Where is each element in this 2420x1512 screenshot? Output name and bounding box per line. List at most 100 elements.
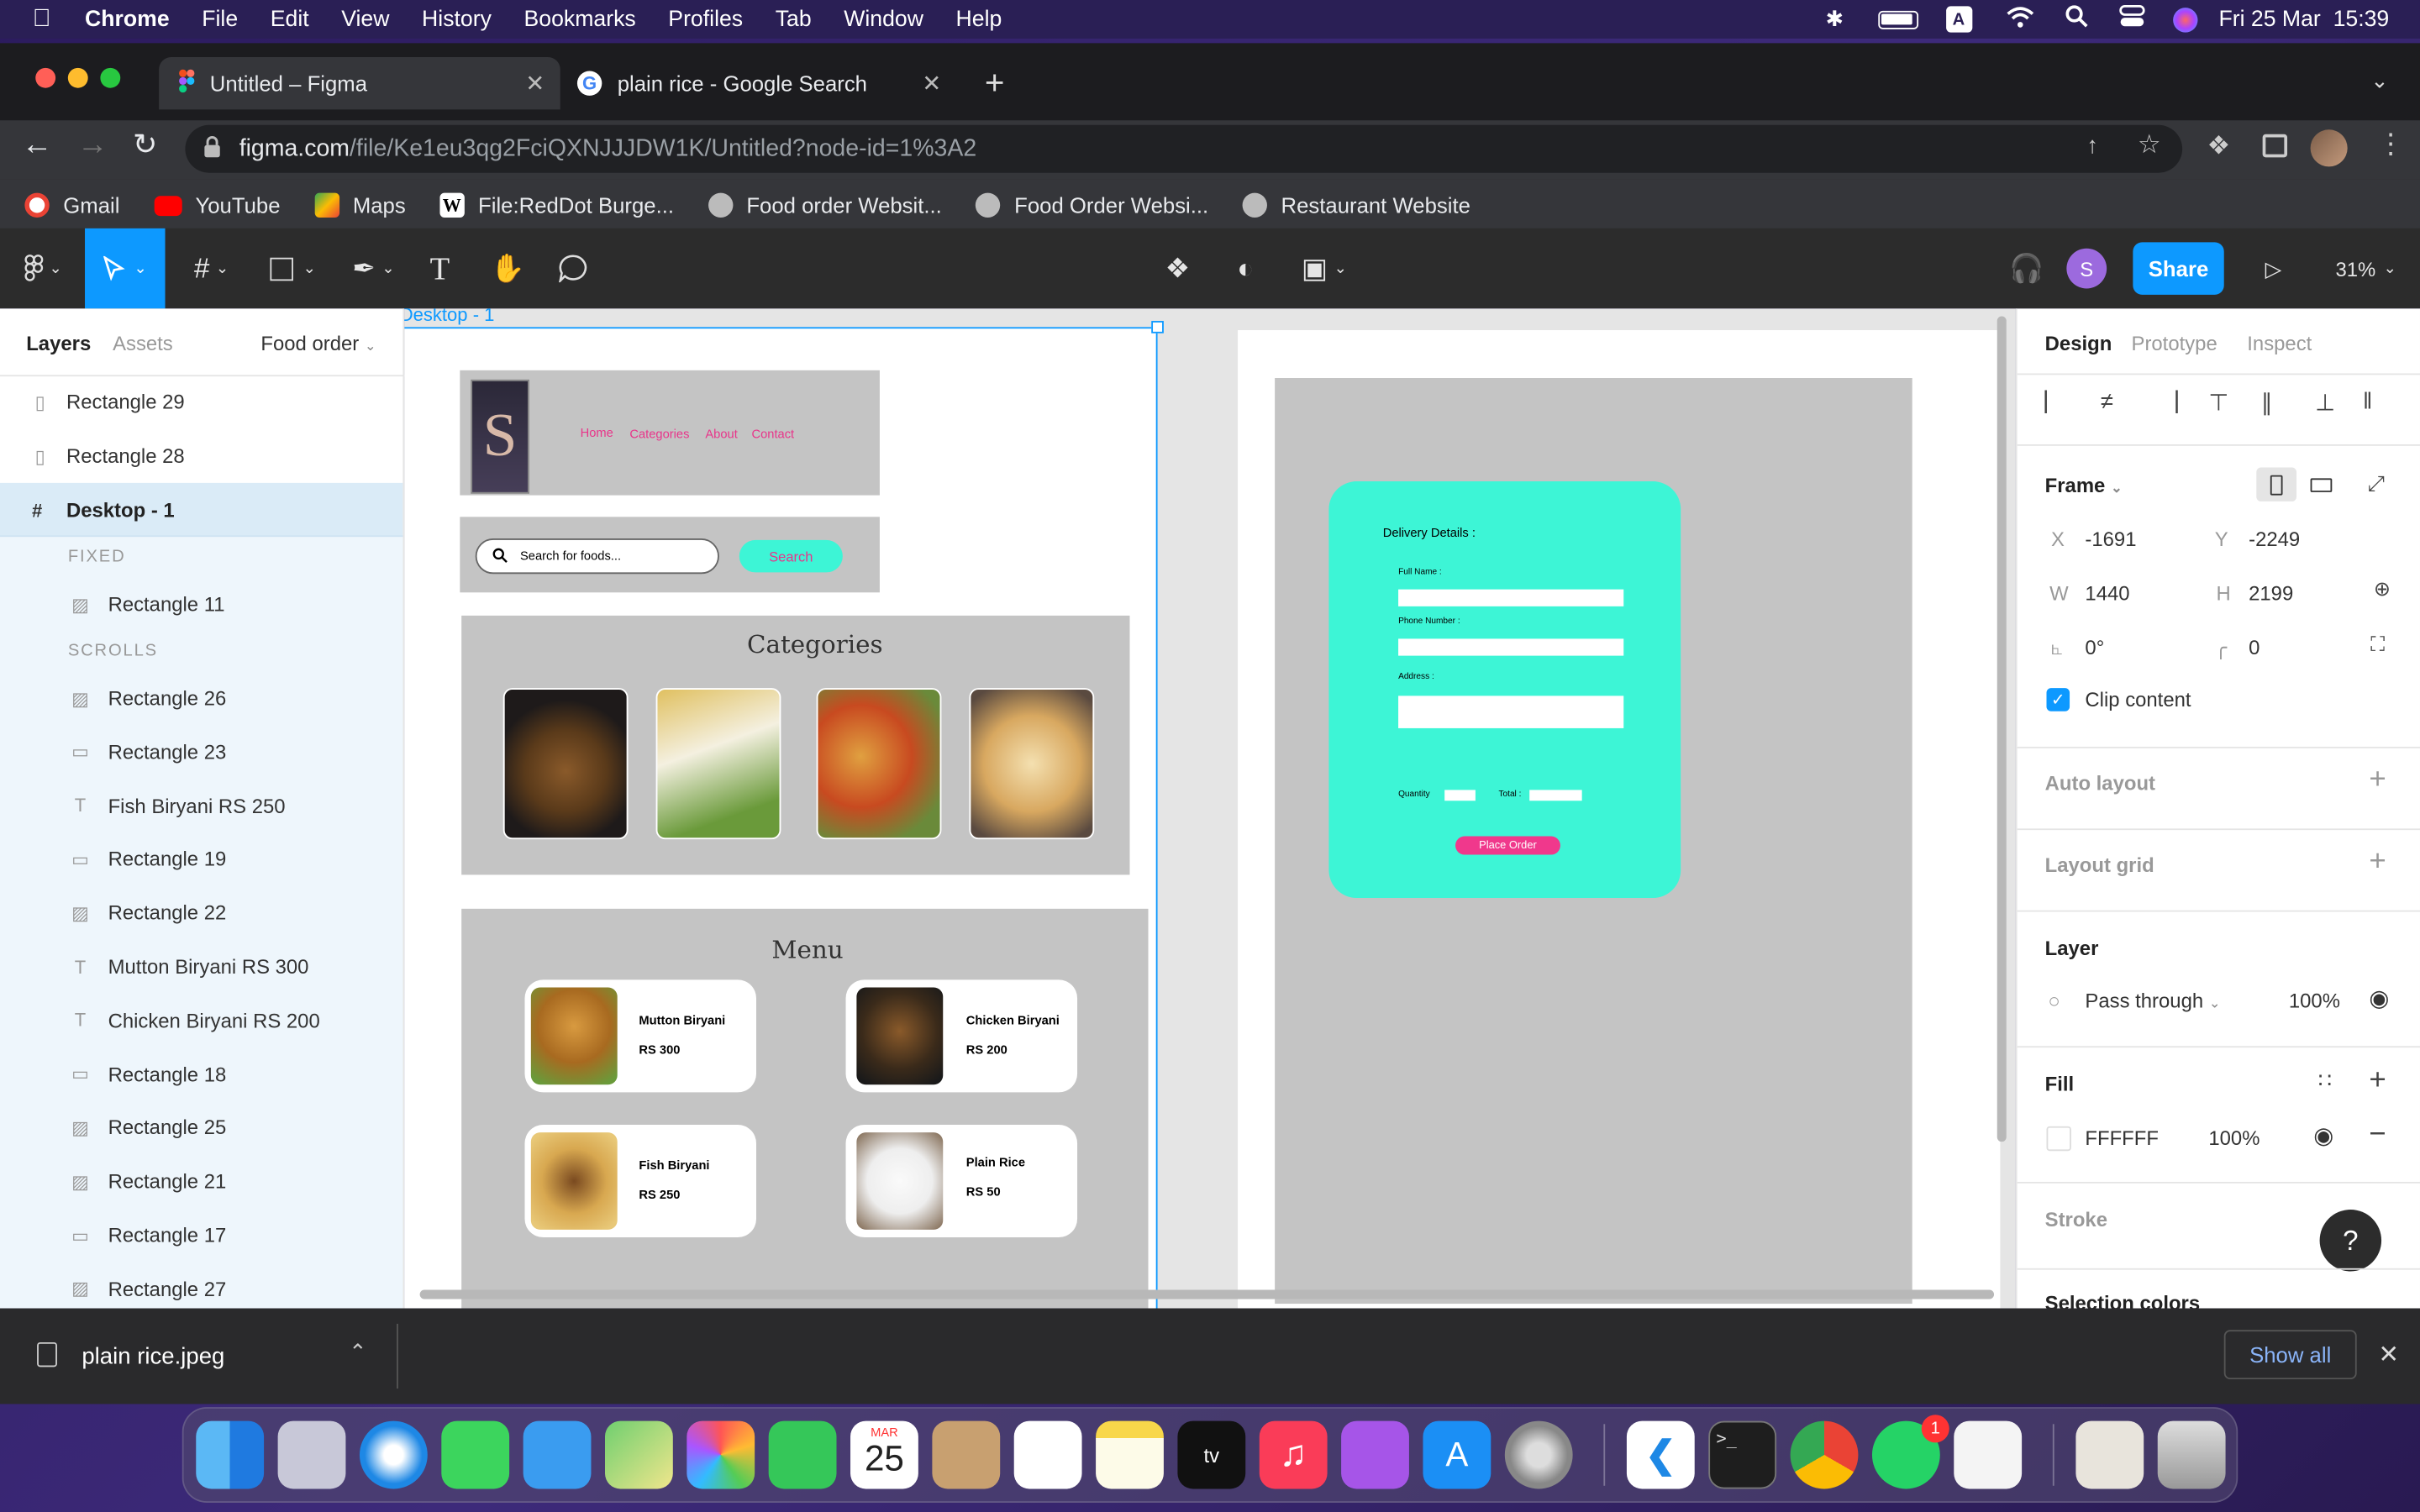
trash-icon[interactable] <box>2157 1420 2226 1489</box>
bluetooth-icon[interactable]: ✱ <box>1826 6 1844 32</box>
keyboard-input-icon[interactable]: A <box>1945 6 1972 33</box>
components-icon[interactable]: ❖ <box>1158 228 1198 309</box>
url-bar[interactable]: figma.com/file/Ke1eu3qg2FciQXNJJJDW1K/Un… <box>185 124 2183 173</box>
corner-radius-input[interactable]: 0 <box>2249 636 2260 659</box>
maps-app-icon[interactable] <box>604 1420 673 1489</box>
layer-row[interactable]: ▨ Rectangle 22 <box>0 886 402 940</box>
vscode-icon[interactable]: ❮ <box>1626 1420 1695 1489</box>
align-left-icon[interactable]: ⎸ <box>2045 389 2069 415</box>
contacts-icon[interactable] <box>932 1420 1001 1489</box>
h-input[interactable]: 2199 <box>2249 581 2293 605</box>
layer-row[interactable]: ▨ Rectangle 26 <box>0 671 402 725</box>
vertical-scrollbar[interactable] <box>1996 316 2007 1142</box>
horizontal-scrollbar[interactable] <box>419 1289 1995 1299</box>
lock-icon[interactable] <box>203 136 220 165</box>
tab-prototype[interactable]: Prototype <box>2132 332 2217 355</box>
add-layout-grid-icon[interactable]: + <box>2369 846 2386 879</box>
back-icon[interactable]: ← <box>22 128 53 163</box>
textedit-icon[interactable] <box>1954 1420 2023 1489</box>
mock-menu-block[interactable] <box>461 908 1149 1309</box>
layer-row[interactable]: ▭ Rectangle 17 <box>0 1208 402 1262</box>
profile-avatar[interactable] <box>2310 129 2348 167</box>
pen-tool-button[interactable]: ✒ ⌄ <box>339 228 408 309</box>
x-input[interactable]: -1691 <box>2085 528 2136 551</box>
reminders-icon[interactable] <box>1013 1420 1082 1489</box>
figma-menu-button[interactable]: ⌄ <box>13 228 74 309</box>
extensions-icon[interactable]: ❖ <box>2207 131 2231 162</box>
fill-hex-input[interactable]: FFFFFF <box>2085 1126 2159 1150</box>
reload-icon[interactable]: ↻ <box>133 128 157 163</box>
new-tab-icon[interactable]: + <box>985 63 1005 103</box>
menu-file[interactable]: File <box>202 7 238 31</box>
mock-search-input[interactable]: Search for foods... <box>475 538 719 575</box>
battery-icon[interactable] <box>1877 9 1918 29</box>
music-icon[interactable]: ♫ <box>1259 1420 1328 1489</box>
layer-row-selected[interactable]: # Desktop - 1 <box>0 482 403 538</box>
mock-nav-home[interactable]: Home <box>581 426 613 440</box>
layer-row[interactable]: ▨ Rectangle 25 <box>0 1100 402 1154</box>
mock-nav-categories[interactable]: Categories <box>629 428 689 442</box>
independent-corners-icon[interactable]: ⛶ <box>2370 633 2385 657</box>
bookmark-food-order-2[interactable]: Food Order Websi... <box>976 192 1208 218</box>
landscape-orientation-icon[interactable] <box>2302 469 2342 500</box>
menu-card-plain-rice[interactable]: Plain Rice RS 50 <box>845 1124 1078 1238</box>
full-name-field[interactable] <box>1398 589 1624 606</box>
mock-logo[interactable]: S <box>471 379 529 494</box>
align-right-icon[interactable]: ⎹ <box>2154 389 2178 415</box>
rotation-input[interactable]: 0° <box>2085 636 2104 659</box>
photos-icon[interactable] <box>687 1420 755 1489</box>
full-name-label[interactable]: Full Name : <box>1398 568 1442 577</box>
layer-visibility-eye-icon[interactable]: ◉ <box>2369 984 2389 1012</box>
terminal-icon[interactable]: >_ <box>1708 1420 1777 1489</box>
mock-categories-title[interactable]: Categories <box>747 629 883 659</box>
layer-row[interactable]: ▭ Rectangle 23 <box>0 725 402 779</box>
align-top-icon[interactable]: ⊤ <box>2208 389 2228 417</box>
mock-menu-title[interactable]: Menu <box>771 935 843 964</box>
user-avatar[interactable]: S <box>2066 248 2107 289</box>
bookmark-maps[interactable]: Maps <box>313 192 406 218</box>
phone-field[interactable] <box>1398 638 1624 656</box>
maximize-window-button[interactable] <box>100 67 121 88</box>
share-button[interactable]: Share <box>2133 242 2224 295</box>
show-all-downloads-button[interactable]: Show all <box>2223 1330 2357 1380</box>
menu-card-fish[interactable]: Fish Biryani RS 250 <box>524 1124 756 1238</box>
menubar-datetime[interactable]: Fri 25 Mar 15:39 <box>2218 7 2389 31</box>
move-tool-button[interactable]: ⌄ <box>85 228 166 309</box>
bookmark-restaurant[interactable]: Restaurant Website <box>1242 192 1470 218</box>
category-image-naan[interactable] <box>969 688 1095 840</box>
delivery-title[interactable]: Delivery Details : <box>1383 526 1476 540</box>
add-auto-layout-icon[interactable]: + <box>2369 764 2386 797</box>
menu-window[interactable]: Window <box>844 7 923 31</box>
download-options-chevron-icon[interactable]: ⌃ <box>349 1339 367 1365</box>
apple-tv-icon[interactable]: tv <box>1177 1420 1246 1489</box>
layer-row[interactable]: ▭ Rectangle 18 <box>0 1047 402 1100</box>
bookmark-youtube[interactable]: YouTube <box>153 193 281 218</box>
mask-icon[interactable]: ◐ <box>1225 228 1265 309</box>
fill-visibility-eye-icon[interactable]: ◉ <box>2313 1121 2333 1149</box>
menu-tab[interactable]: Tab <box>776 7 812 31</box>
layer-row[interactable]: T Fish Biryani RS 250 <box>0 779 402 832</box>
total-field[interactable] <box>1529 790 1582 801</box>
menu-card-mutton[interactable]: Mutton Biryani RS 300 <box>524 979 756 1093</box>
align-center-h-icon[interactable]: ≠ <box>2101 389 2113 415</box>
close-window-button[interactable] <box>35 67 56 88</box>
podcasts-icon[interactable] <box>1341 1420 1409 1489</box>
text-tool-button[interactable]: T <box>420 228 460 309</box>
facetime-icon[interactable] <box>768 1420 837 1489</box>
bookmark-gmail[interactable]: Gmail <box>24 192 119 218</box>
app-store-icon[interactable]: A <box>1423 1420 1491 1489</box>
rectangle-tool-button[interactable]: ⌄ <box>260 228 328 309</box>
apple-icon[interactable]:  <box>33 5 51 33</box>
menu-view[interactable]: View <box>341 7 389 31</box>
system-preferences-icon[interactable] <box>1504 1420 1573 1489</box>
bookmark-wikipedia[interactable]: W File:RedDot Burge... <box>439 192 674 218</box>
y-input[interactable]: -2249 <box>2249 528 2300 551</box>
resize-to-fit-icon[interactable]: ⤢ <box>2368 470 2386 496</box>
help-button[interactable]: ? <box>2319 1209 2382 1272</box>
menu-profiles[interactable]: Profiles <box>668 7 743 31</box>
close-tab-icon[interactable]: ✕ <box>922 70 941 97</box>
calendar-icon[interactable]: MAR 25 <box>850 1420 918 1489</box>
close-tab-icon[interactable]: ✕ <box>525 70 544 97</box>
siri-icon[interactable] <box>2172 7 2197 32</box>
tab-google-search[interactable]: G plain rice - Google Search ✕ <box>563 57 956 109</box>
